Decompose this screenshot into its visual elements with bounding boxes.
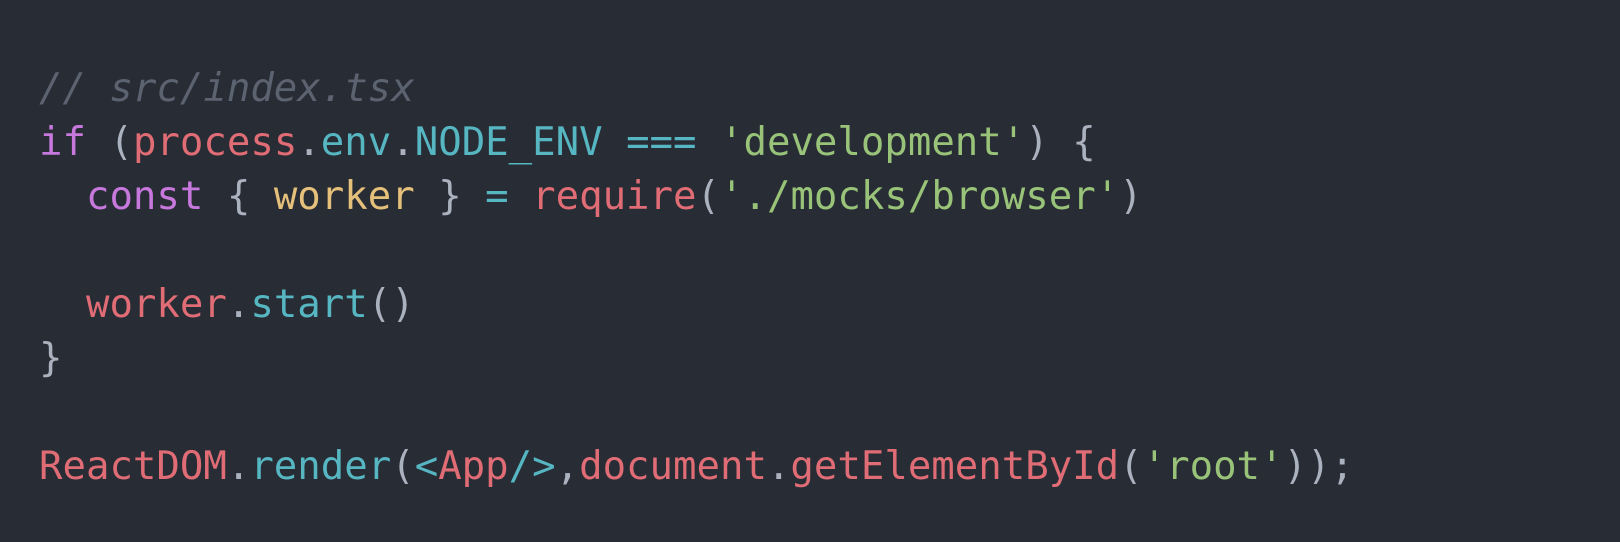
code-line: const { worker } = require('./mocks/brow… <box>39 170 1620 224</box>
code-token: process <box>132 120 298 165</box>
code-token: } <box>39 336 63 381</box>
code-token: 'development' <box>720 120 1026 165</box>
code-token: < <box>414 444 439 489</box>
code-token: ( <box>85 120 133 165</box>
code-token: () <box>367 282 415 327</box>
code-token: './mocks/browser' <box>720 174 1120 219</box>
code-token: start <box>250 282 368 327</box>
code-token: )); <box>1283 444 1354 489</box>
code-token: ( <box>391 444 415 489</box>
code-token: if <box>39 120 86 165</box>
code-line: if (process.env.NODE_ENV === 'developmen… <box>39 116 1620 170</box>
code-token: ReactDOM <box>39 444 227 489</box>
code-line: } <box>39 332 1620 386</box>
code-line: ReactDOM.render(<App/>,document.getEleme… <box>39 440 1620 494</box>
code-token: worker <box>85 282 227 327</box>
code-token: // src/index.tsx <box>39 66 415 111</box>
code-token: ( <box>1119 444 1143 489</box>
code-token: . <box>297 120 321 165</box>
code-token: env <box>320 120 392 165</box>
code-token: } <box>414 174 486 219</box>
code-token: = <box>485 174 509 219</box>
code-line: // src/index.tsx <box>39 62 1620 116</box>
code-token: getElementById <box>790 444 1120 489</box>
code-token: { <box>203 174 274 219</box>
code-token: === <box>626 120 697 165</box>
code-token: require <box>532 174 697 219</box>
code-token: . <box>226 282 251 327</box>
code-token: /> <box>508 444 556 489</box>
code-line: worker.start() <box>39 278 1620 332</box>
code-token: worker <box>273 174 415 219</box>
code-token: const <box>85 174 204 219</box>
code-token: ( <box>696 174 720 219</box>
code-token: render <box>250 444 392 489</box>
code-token: ) <box>1119 174 1143 219</box>
code-token: ) { <box>1025 120 1096 165</box>
code-snippet: // src/index.tsx if (process.env.NODE_ENV… <box>0 0 1620 542</box>
code-token: . <box>226 444 251 489</box>
code-token: . <box>766 444 791 489</box>
code-token: NODE_ENV <box>414 120 603 165</box>
code-token: . <box>391 120 415 165</box>
code-token: App <box>438 444 509 489</box>
code-token: document <box>579 444 767 489</box>
code-token: , <box>555 444 580 489</box>
code-token: 'root' <box>1142 444 1284 489</box>
